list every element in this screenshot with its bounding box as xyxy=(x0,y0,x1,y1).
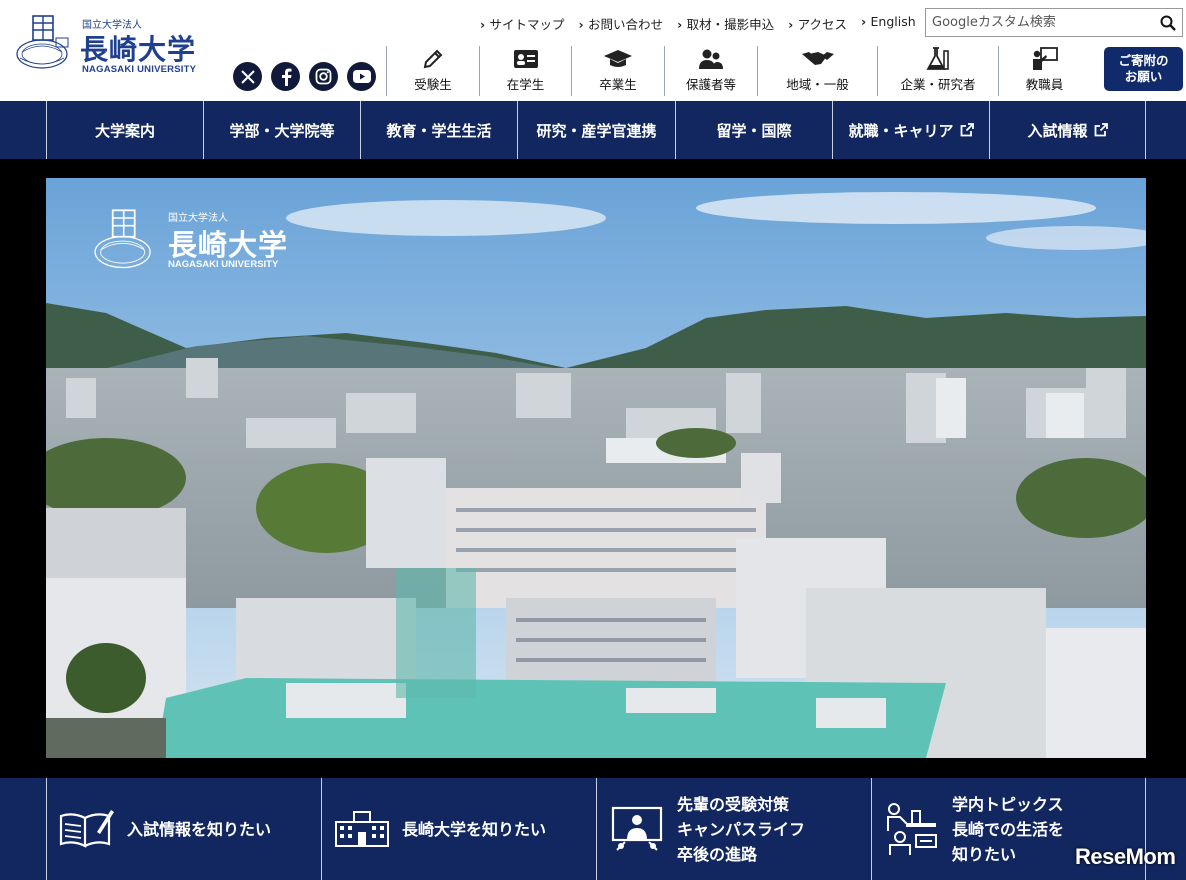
audience-label: 企業・研究者 xyxy=(900,77,976,92)
contact-link[interactable]: お問い合わせ xyxy=(579,14,663,33)
university-logo[interactable]: 国立大学法人 長崎大学 NAGASAKI UNIVERSITY xyxy=(16,14,206,76)
logo-title: 長崎大学 xyxy=(80,33,197,66)
hero-campus-image: 国立大学法人 長崎大学 NAGASAKI UNIVERSITY xyxy=(46,178,1146,758)
access-link[interactable]: アクセス xyxy=(788,14,847,33)
search-icon[interactable] xyxy=(1154,9,1182,36)
teacher-icon xyxy=(1032,46,1058,71)
audience-students[interactable]: 在学生 xyxy=(479,46,571,96)
card-admissions-info[interactable]: 入試情報を知りたい xyxy=(46,778,321,880)
sitemap-link[interactable]: サイトマップ xyxy=(480,14,565,33)
nav-admissions[interactable]: 入試情報 xyxy=(989,101,1146,159)
card-student-stories[interactable]: 先輩の受験対策 キャンパスライフ 卒後の進路 xyxy=(596,778,871,880)
nav-label: 留学・国際 xyxy=(716,121,792,140)
audience-label: 卒業生 xyxy=(599,77,637,92)
audience-industry[interactable]: 企業・研究者 xyxy=(877,46,998,96)
site-header: 国立大学法人 長崎大学 NAGASAKI UNIVERSITY サイトマップ お… xyxy=(0,0,1186,101)
quick-links: 入試情報を知りたい 長崎大学を知りたい 先輩の受験対策 キャンパスライフ 卒後の… xyxy=(0,778,1186,880)
card-label: 入試情報を知りたい xyxy=(127,819,272,839)
english-link[interactable]: English xyxy=(861,14,916,33)
nav-international[interactable]: 留学・国際 xyxy=(675,101,832,159)
instagram-icon[interactable] xyxy=(309,62,338,91)
watermark-logo: ReseMom xyxy=(1075,844,1176,869)
card-label: 長崎での生活を xyxy=(952,819,1065,839)
audience-label: 保護者等 xyxy=(685,77,736,92)
donation-label-line1: ご寄附の xyxy=(1118,53,1169,68)
card-label: 卒後の進路 xyxy=(677,844,758,864)
card-label: 学内トピックス xyxy=(952,794,1064,814)
nav-label: 入試情報 xyxy=(1027,121,1088,140)
social-links xyxy=(233,62,376,91)
card-label: 知りたい xyxy=(952,844,1017,864)
id-card-icon xyxy=(513,46,539,71)
nav-label: 教育・学生生活 xyxy=(386,121,492,140)
external-link-icon xyxy=(1094,123,1108,137)
audience-staff[interactable]: 教職員 xyxy=(998,46,1090,96)
people-icon xyxy=(697,46,725,71)
donation-label-line2: お願い xyxy=(1124,69,1163,84)
hero-logo-title: 長崎大学 xyxy=(168,228,289,262)
campus-building-icon xyxy=(332,799,392,859)
card-label: 長崎大学を知りたい xyxy=(402,819,547,839)
university-crest-icon xyxy=(16,15,69,69)
hero-logo-english: NAGASAKI UNIVERSITY xyxy=(168,259,279,270)
audience-label: 地域・一般 xyxy=(786,77,849,92)
utility-links: サイトマップ お問い合わせ 取材・撮影申込 アクセス English xyxy=(480,14,916,33)
logo-english: NAGASAKI UNIVERSITY xyxy=(82,64,197,75)
card-label: 先輩の受験対策 xyxy=(677,794,790,814)
flask-icon xyxy=(925,46,951,71)
handshake-icon xyxy=(801,46,835,71)
hero-crest-icon xyxy=(94,209,151,269)
card-about-university[interactable]: 長崎大学を知りたい xyxy=(321,778,596,880)
audience-label: 受験生 xyxy=(414,77,452,92)
nav-career[interactable]: 就職・キャリア xyxy=(832,101,989,159)
book-pen-icon xyxy=(57,799,117,859)
audience-alumni[interactable]: 卒業生 xyxy=(571,46,664,96)
nav-faculties[interactable]: 学部・大学院等 xyxy=(203,101,360,159)
audience-guardians[interactable]: 保護者等 xyxy=(664,46,757,96)
nav-education[interactable]: 教育・学生生活 xyxy=(360,101,517,159)
search-input[interactable] xyxy=(926,9,1154,36)
nav-research[interactable]: 研究・産学官連携 xyxy=(517,101,675,159)
audience-community[interactable]: 地域・一般 xyxy=(757,46,877,96)
presentation-icon xyxy=(607,799,667,859)
nav-label: 学部・大学院等 xyxy=(229,121,335,140)
site-search xyxy=(925,8,1183,37)
audience-label: 教職員 xyxy=(1025,77,1064,92)
x-icon[interactable] xyxy=(233,62,262,91)
global-nav: 大学案内 学部・大学院等 教育・学生生活 研究・産学官連携 留学・国際 就職・キ… xyxy=(0,101,1186,159)
facebook-icon[interactable] xyxy=(271,62,300,91)
researcher-icon xyxy=(882,799,942,859)
nav-label: 研究・産学官連携 xyxy=(536,121,657,140)
card-label: キャンパスライフ xyxy=(677,819,806,839)
external-link-icon xyxy=(960,123,974,137)
nav-about[interactable]: 大学案内 xyxy=(46,101,203,159)
pencil-icon xyxy=(422,46,444,71)
nav-label: 大学案内 xyxy=(94,121,155,140)
audience-menu: 受験生 在学生 卒業生 保護者等 地域・一般 企業・研究者 教職員 xyxy=(386,46,1090,96)
audience-label: 在学生 xyxy=(506,77,545,92)
donation-button[interactable]: ご寄附の お願い xyxy=(1104,47,1183,91)
youtube-icon[interactable] xyxy=(347,62,376,91)
nav-label: 就職・キャリア xyxy=(848,121,954,140)
audience-applicants[interactable]: 受験生 xyxy=(386,46,479,96)
graduation-cap-icon xyxy=(603,46,633,71)
press-request-link[interactable]: 取材・撮影申込 xyxy=(677,14,775,33)
